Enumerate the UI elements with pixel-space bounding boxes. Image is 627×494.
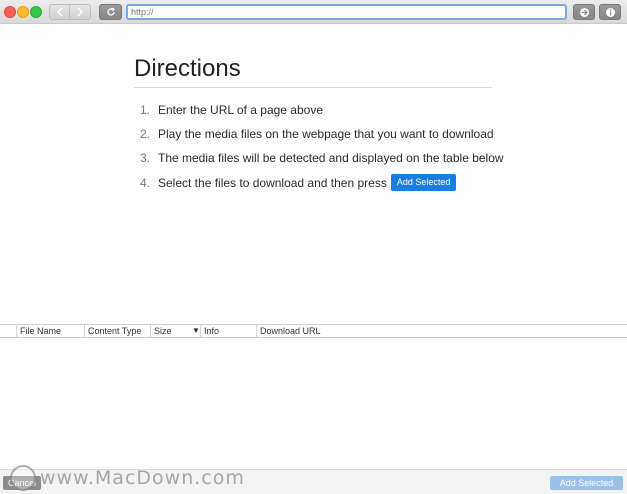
step-text: Enter the URL of a page above — [158, 103, 323, 117]
sort-descending-icon: ▼ — [192, 326, 200, 335]
chevron-left-icon — [56, 7, 63, 17]
watermark: www.MacDown.com — [10, 465, 245, 491]
watermark-text: www.MacDown.com — [40, 467, 245, 489]
step-text: The media files will be detected and dis… — [158, 151, 504, 165]
watermark-logo-icon — [10, 465, 36, 491]
minimize-window-button[interactable] — [17, 6, 29, 18]
arrow-circle-icon — [579, 7, 589, 17]
step-text: Play the media files on the webpage that… — [158, 127, 494, 141]
step-number: 4. — [140, 175, 151, 190]
step-3: 3. The media files will be detected and … — [140, 151, 504, 165]
close-window-button[interactable] — [4, 6, 16, 18]
back-button[interactable] — [49, 4, 70, 20]
media-table-body[interactable] — [0, 338, 627, 469]
url-input[interactable] — [126, 4, 567, 20]
directions-title: Directions — [134, 55, 241, 82]
step-1: 1. Enter the URL of a page above — [140, 103, 323, 117]
column-download-url[interactable]: Download URL — [256, 325, 627, 338]
reload-button[interactable] — [99, 4, 122, 20]
info-button[interactable] — [599, 4, 621, 20]
forward-button[interactable] — [70, 4, 91, 20]
add-selected-button[interactable]: Add Selected — [550, 476, 623, 490]
chevron-right-icon — [77, 7, 84, 17]
step-number: 3. — [140, 151, 151, 165]
step-text: Select the files to download and then pr… — [158, 175, 387, 190]
toolbar — [0, 0, 627, 24]
column-file-name[interactable]: File Name — [16, 325, 84, 338]
step-number: 2. — [140, 127, 151, 141]
step-2: 2. Play the media files on the webpage t… — [140, 127, 494, 141]
reload-icon — [106, 7, 115, 16]
title-divider — [134, 87, 492, 88]
column-info[interactable]: Info — [200, 325, 256, 338]
step-number: 1. — [140, 103, 151, 117]
add-selected-inline-button[interactable]: Add Selected — [390, 174, 457, 191]
download-button[interactable] — [573, 4, 595, 20]
info-icon — [605, 7, 615, 17]
zoom-window-button[interactable] — [30, 6, 42, 18]
step-4: 4. Select the files to download and then… — [140, 174, 457, 191]
table-header: File Name Content Type Size ▼ Info Downl… — [0, 324, 627, 338]
column-content-type[interactable]: Content Type — [84, 325, 150, 338]
